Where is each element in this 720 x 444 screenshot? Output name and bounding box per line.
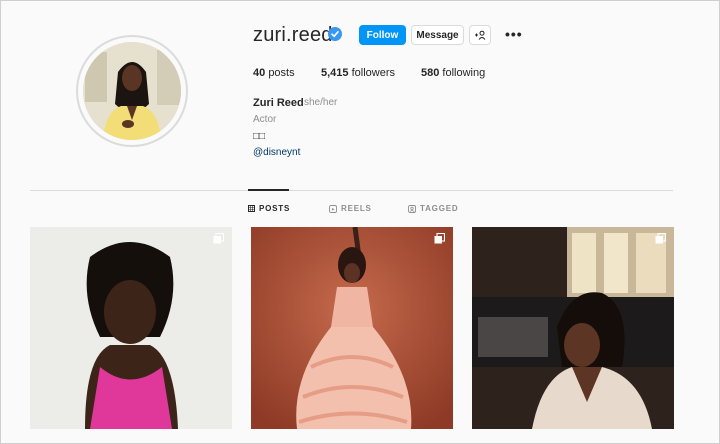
username: zuri.reed [253, 24, 333, 46]
profile-avatar[interactable] [76, 35, 188, 147]
posts-label: posts [268, 67, 295, 79]
bio-text: □□ [253, 131, 266, 142]
stat-followers[interactable]: 5,415 followers [321, 67, 395, 79]
tab-posts[interactable]: POSTS [248, 204, 290, 213]
tagged-icon [408, 204, 416, 213]
post-thumbnail-2[interactable] [251, 227, 453, 429]
bio-full-name: Zuri Reed [253, 97, 304, 109]
bio-pronouns: she/her [304, 97, 338, 108]
add-user-icon [475, 30, 486, 40]
multiple-photos-icon [213, 233, 224, 244]
reels-icon [329, 204, 337, 213]
verified-badge-icon [328, 27, 342, 41]
following-count: 580 [421, 67, 440, 79]
tab-tagged[interactable]: TAGGED [408, 204, 458, 213]
stat-posts: 40 posts [253, 67, 295, 79]
post-3-image [472, 227, 674, 429]
follow-button[interactable]: Follow [359, 25, 406, 45]
post-thumbnail-3[interactable] [472, 227, 674, 429]
active-tab-indicator [248, 189, 289, 191]
post-2-image [251, 227, 453, 429]
tab-reels-label: REELS [341, 204, 372, 213]
followers-label: followers [351, 67, 395, 79]
avatar-photo [83, 42, 181, 140]
followers-count: 5,415 [321, 67, 349, 79]
stat-following[interactable]: 580 following [421, 67, 485, 79]
more-options-icon[interactable]: ••• [505, 26, 523, 42]
bio-link[interactable]: @disneynt [253, 147, 300, 158]
post-1-image [30, 227, 232, 429]
suggested-accounts-button[interactable] [469, 25, 491, 45]
multiple-photos-icon [655, 233, 666, 244]
tab-posts-label: POSTS [259, 204, 291, 213]
tabs-divider [30, 190, 673, 191]
grid-icon [248, 205, 255, 212]
tab-reels[interactable]: REELS [329, 204, 372, 213]
following-label: following [442, 67, 486, 79]
tab-tagged-label: TAGGED [420, 204, 459, 213]
posts-count: 40 [253, 67, 266, 79]
message-button[interactable]: Message [411, 25, 464, 45]
multiple-photos-icon [434, 233, 445, 244]
bio-category: Actor [253, 114, 277, 125]
post-thumbnail-1[interactable] [30, 227, 232, 429]
